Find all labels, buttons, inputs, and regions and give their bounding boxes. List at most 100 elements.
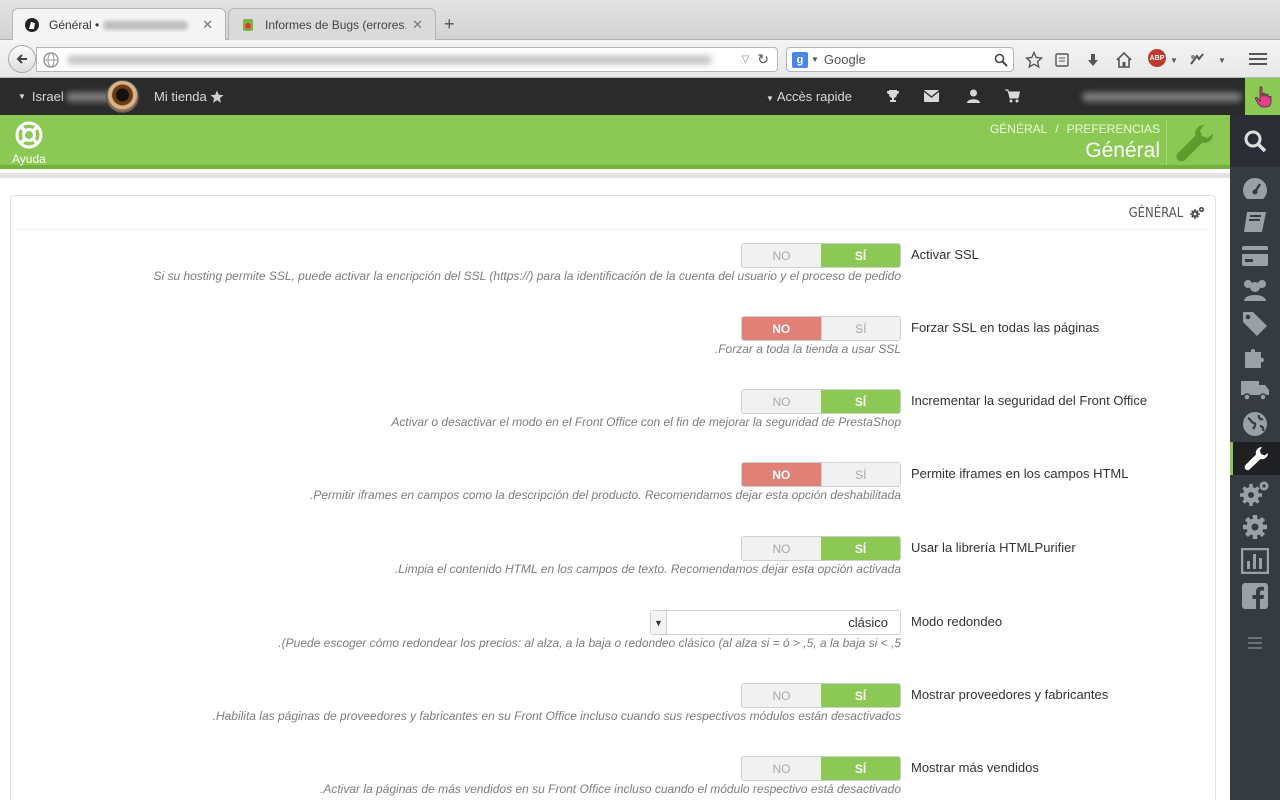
browser-tab-bar: Général • ✕ Informes de Bugs (errores...… (0, 0, 1280, 40)
front-security-toggle[interactable]: NO SÍ (741, 389, 901, 414)
title-divider (1166, 121, 1167, 165)
toggle-option-si[interactable]: SÍ (821, 684, 900, 707)
sidebar-item-modules[interactable] (1230, 339, 1280, 372)
search-bar[interactable]: g ▼ Google (786, 47, 1014, 72)
rounding-mode-select[interactable]: ▼ clásico (650, 610, 901, 635)
toggle-option-no[interactable]: NO (742, 317, 821, 340)
shop-link[interactable]: Mi tienda (154, 89, 224, 104)
google-icon[interactable]: g (792, 51, 808, 68)
sidebar-item-stats[interactable] (1230, 544, 1280, 577)
tab-general[interactable]: Général • ✕ (12, 8, 226, 40)
close-tab-icon[interactable]: ✕ (412, 17, 423, 33)
url-dropdown-icon[interactable]: ▽ (742, 54, 750, 65)
globe-icon (1243, 411, 1267, 436)
search-input[interactable]: Google (824, 52, 989, 67)
breadcrumb-item[interactable]: PREFERENCIAS (1067, 122, 1160, 136)
sidebar-item-localization[interactable] (1230, 407, 1280, 440)
suppliers-toggle[interactable]: NO SÍ (741, 683, 901, 708)
sidebar-collapse-icon[interactable] (1248, 637, 1262, 649)
select-arrow-icon[interactable]: ▼ (651, 611, 667, 634)
browser-menu-icon[interactable] (1246, 48, 1270, 70)
ssl-toggle[interactable]: NO SÍ (741, 243, 901, 268)
adblock-dropdown-icon[interactable]: ▼ (1164, 50, 1184, 70)
sidebar-item-administration[interactable] (1230, 510, 1280, 543)
bookmark-star-icon[interactable] (1024, 50, 1044, 70)
sidebar-search-icon[interactable] (1230, 115, 1280, 167)
toggle-option-no[interactable]: NO (742, 684, 821, 707)
cogs-icon (1190, 206, 1205, 219)
search-icon[interactable] (989, 53, 1013, 67)
force-ssl-toggle[interactable]: NO SÍ (741, 316, 901, 341)
admin-header: ▼ Israel Mi tienda ▼ Accès rapide (0, 78, 1280, 115)
envelope-icon[interactable] (923, 88, 939, 104)
prestashop-favicon-icon (25, 17, 39, 32)
reading-list-icon[interactable] (1052, 50, 1072, 70)
sidebar-item-preferences[interactable] (1230, 442, 1280, 475)
back-arrow-icon (16, 54, 27, 64)
setting-label: Activar SSL (911, 247, 979, 262)
tab-title: Général • (49, 18, 196, 32)
pointer-hand-icon[interactable] (1245, 78, 1280, 115)
toggle-option-no[interactable]: NO (742, 757, 821, 780)
extension-icon[interactable] (1187, 50, 1207, 70)
sidebar-item-dashboard[interactable] (1230, 172, 1280, 205)
toggle-option-no[interactable]: NO (742, 537, 821, 560)
gear-icon (1243, 514, 1267, 539)
engine-dropdown-icon[interactable]: ▼ (811, 55, 819, 64)
setting-label: Permite iframes en los campos HTML (911, 466, 1129, 481)
url-bar[interactable]: ▽ ↻ (36, 47, 778, 72)
toggle-option-si[interactable]: SÍ (821, 244, 900, 267)
caret-down-icon: ▼ (766, 94, 774, 103)
breadcrumb-item[interactable]: GÉNÉRAL (990, 122, 1047, 136)
toggle-option-no[interactable]: NO (742, 244, 821, 267)
truck-icon (1241, 380, 1269, 401)
toggle-option-si[interactable]: SÍ (821, 757, 900, 780)
dashboard-icon (1243, 177, 1267, 199)
select-value: clásico (848, 615, 888, 630)
toggle-option-si[interactable]: SÍ (821, 390, 900, 413)
sidebar-item-catalog[interactable] (1230, 205, 1280, 238)
toggle-option-no[interactable]: NO (742, 390, 821, 413)
setting-label: Incrementar la seguridad del Front Offic… (911, 393, 1148, 408)
bestsellers-toggle[interactable]: NO SÍ (741, 756, 901, 781)
toggle-option-si[interactable]: SÍ (820, 463, 900, 486)
sidebar-item-advanced-parameters[interactable] (1230, 476, 1280, 509)
tab-bug-reports[interactable]: Informes de Bugs (errores... ✕ (228, 8, 436, 40)
wrench-icon (1244, 446, 1268, 470)
sidebar-item-orders[interactable] (1230, 239, 1280, 272)
trophy-icon[interactable] (885, 88, 901, 104)
setting-help: .Habilita las páginas de proveedores y f… (212, 709, 901, 723)
sidebar-item-shipping[interactable] (1230, 373, 1280, 406)
htmlpurifier-toggle[interactable]: NO SÍ (741, 536, 901, 561)
new-tab-button[interactable]: + (444, 14, 455, 35)
caret-down-icon: ▼ (18, 92, 26, 101)
quick-access-label: Accès rapide (776, 89, 852, 104)
close-tab-icon[interactable]: ✕ (202, 17, 213, 33)
page-title: Général (1085, 139, 1160, 162)
globe-icon (43, 51, 59, 68)
help-button[interactable]: Ayuda (12, 121, 46, 166)
bar-chart-icon (1241, 547, 1269, 574)
browser-nav-bar: ▽ ↻ g ▼ Google ▼ (0, 40, 1280, 111)
toggle-option-si[interactable]: SÍ (820, 317, 900, 340)
user-icon[interactable] (965, 88, 981, 104)
sidebar-item-facebook[interactable] (1230, 579, 1280, 612)
setting-help: .Activar la páginas de más vendidos en s… (320, 782, 901, 796)
extension-dropdown-icon[interactable]: ▼ (1212, 50, 1232, 70)
back-button[interactable] (8, 45, 36, 73)
download-icon[interactable] (1083, 50, 1103, 70)
blurred-employee-email (1082, 92, 1242, 102)
panel-heading: GÉNÉRAL (17, 196, 1209, 230)
toggle-option-si[interactable]: SÍ (821, 537, 900, 560)
iframes-toggle[interactable]: NO SÍ (741, 462, 901, 487)
home-icon[interactable] (1114, 50, 1134, 70)
quick-access-menu[interactable]: ▼ Accès rapide (766, 89, 852, 104)
cart-icon[interactable] (1004, 88, 1020, 104)
toggle-option-no[interactable]: NO (742, 463, 821, 486)
sidebar-item-customers[interactable] (1230, 272, 1280, 305)
avatar[interactable] (106, 80, 139, 113)
lifebuoy-icon (15, 121, 43, 149)
wrench-icon (1176, 125, 1213, 162)
reload-icon[interactable]: ↻ (757, 51, 769, 68)
sidebar-item-price-rules[interactable] (1230, 306, 1280, 339)
